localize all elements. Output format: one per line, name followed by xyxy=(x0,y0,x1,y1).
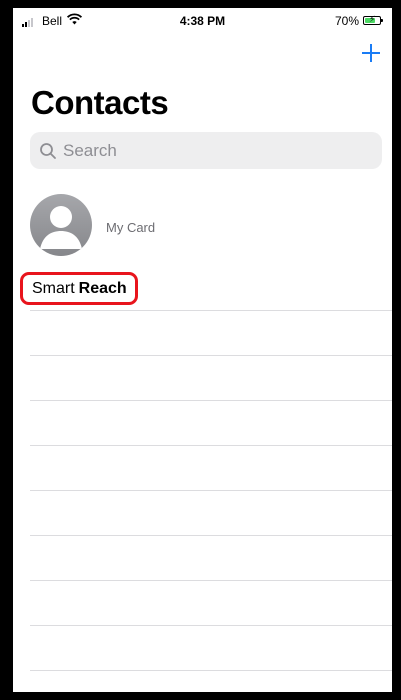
page-title: Contacts xyxy=(31,84,169,121)
list-divider xyxy=(30,490,392,491)
search-icon xyxy=(40,142,56,159)
add-contact-button[interactable] xyxy=(360,42,382,64)
my-card-label: My Card xyxy=(106,219,156,235)
my-card-row[interactable]: My Card xyxy=(30,193,330,257)
list-divider xyxy=(30,580,392,581)
list-divider xyxy=(30,400,392,401)
battery-icon: ⚡ xyxy=(363,14,383,25)
contact-first-name: Smart xyxy=(32,279,75,297)
phone-screen: Bell 4:38 PM 70% ⚡ Contacts My Card xyxy=(13,8,392,692)
list-divider xyxy=(30,310,392,311)
contact-last-name: Reach xyxy=(78,279,127,297)
contact-item-smart-reach[interactable]: Smart Reach xyxy=(20,272,138,305)
status-bar: Bell 4:38 PM 70% ⚡ xyxy=(13,8,392,36)
list-divider xyxy=(30,445,392,446)
list-divider xyxy=(30,355,392,356)
battery-percentage: 70% xyxy=(334,14,359,28)
search-input[interactable] xyxy=(61,139,365,162)
person-silhouette-icon xyxy=(40,206,82,249)
list-divider xyxy=(30,670,392,671)
avatar xyxy=(30,194,92,256)
charging-bolt-icon: ⚡ xyxy=(369,14,376,24)
search-bar[interactable] xyxy=(30,132,382,169)
list-divider xyxy=(30,535,392,536)
list-divider xyxy=(30,625,392,626)
